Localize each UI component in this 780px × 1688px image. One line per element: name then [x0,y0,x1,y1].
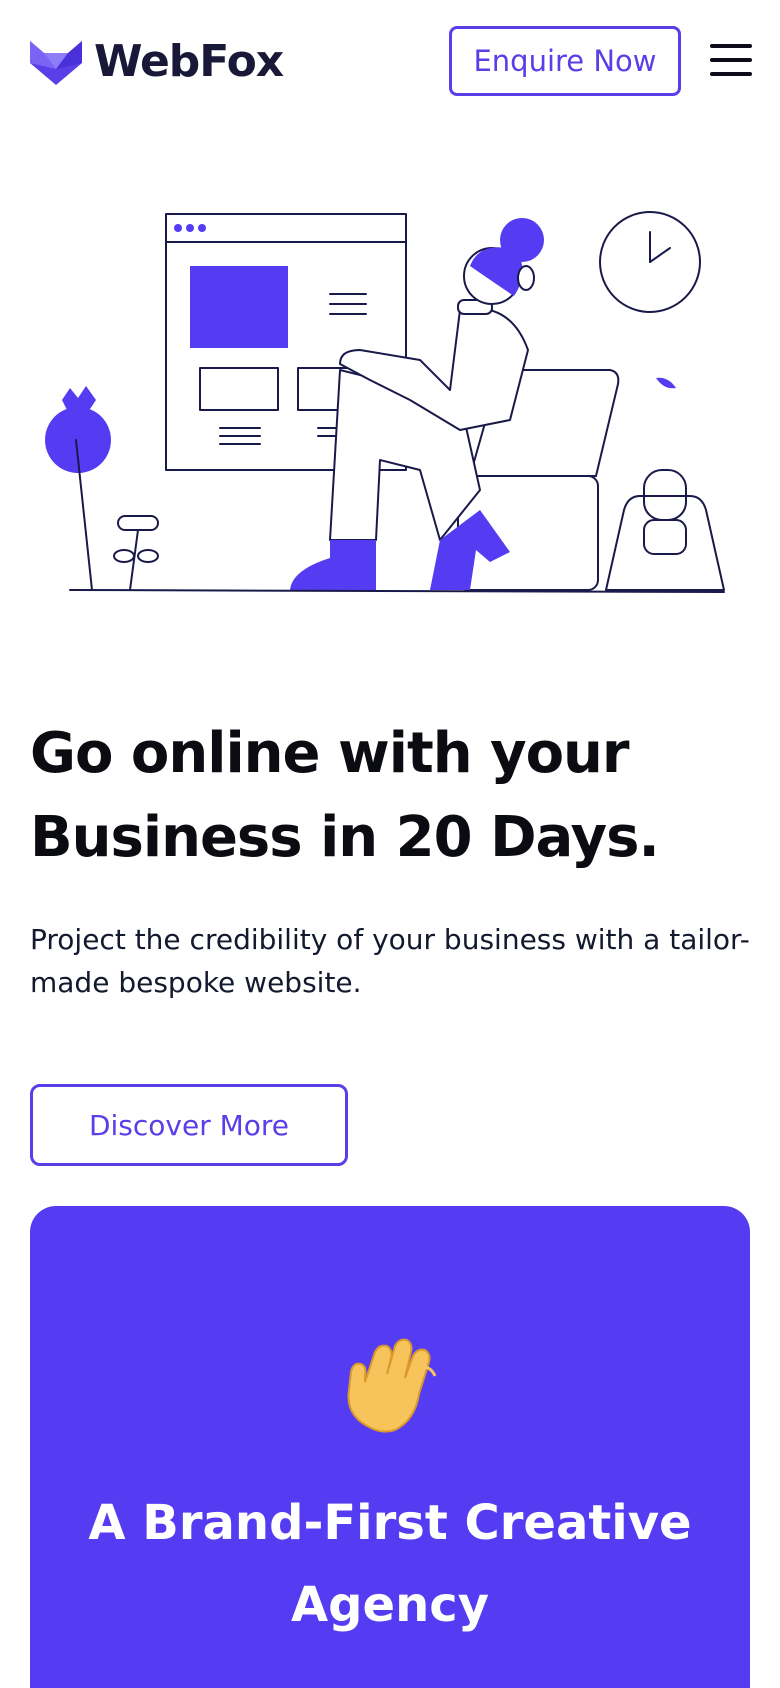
hero-illustration [45,211,725,593]
hero-title: Go online with your Business in 20 Days. [30,712,750,880]
brand-name: WebFox [94,36,284,87]
site-header: WebFox Enquire Now [0,0,780,120]
brand-title-line2: Agency [291,1577,489,1633]
hair-bun [500,218,544,262]
hero-subtitle: Project the credibility of your business… [30,923,750,999]
brand-title: A Brand-First Creative Agency [30,1482,750,1646]
fox-logo-icon [30,40,82,85]
brand-title-line1: A Brand-First Creative [88,1495,692,1551]
hamburger-menu-icon[interactable] [710,44,752,76]
brand-card: A Brand-First Creative Agency [30,1206,750,1688]
enquire-now-button[interactable]: Enquire Now [449,26,681,96]
discover-more-button[interactable]: Discover More [30,1084,348,1166]
logo[interactable]: WebFox [30,36,284,87]
hero-title-line2: Business in 20 Days. [30,805,660,870]
waving-hand-icon [347,1338,437,1433]
hero-title-line1: Go online with your [30,721,630,786]
page: WebFox Enquire Now Go online with your B… [0,0,780,1688]
